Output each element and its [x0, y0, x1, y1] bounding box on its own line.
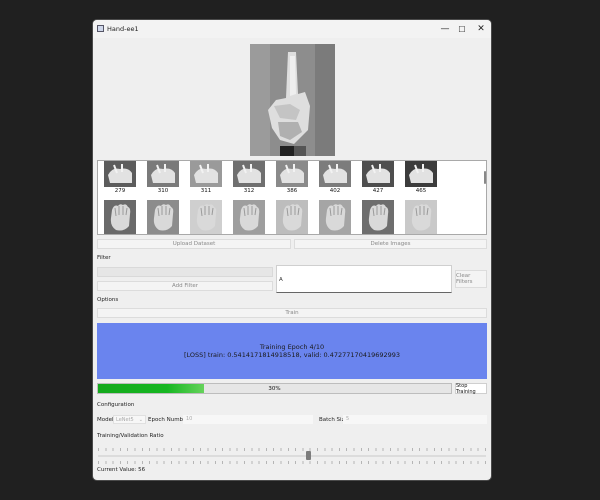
filter-list[interactable]: A: [276, 265, 452, 293]
training-status-panel: Training Epoch 4/10 [LOSS] train: 0.5414…: [97, 323, 487, 379]
preview-image: [250, 44, 335, 156]
thumbnail-label: 402: [329, 188, 341, 194]
chevron-down-icon: ⌄: [138, 417, 143, 423]
gallery-thumbnail[interactable]: [104, 161, 136, 187]
gallery-thumbnail[interactable]: [362, 200, 394, 234]
options-section-label: Options: [97, 297, 119, 303]
thumbnail-label: 310: [157, 188, 169, 194]
gallery-thumbnail[interactable]: [233, 161, 265, 187]
model-select-value: LeNet5: [116, 417, 134, 423]
slider-ticks-bottom: [98, 461, 486, 464]
add-filter-button[interactable]: Add Filter: [97, 281, 273, 291]
gallery-thumbnail[interactable]: [276, 161, 308, 187]
thumbnail-label: 279: [114, 188, 126, 194]
progress-text: 30%: [268, 385, 281, 392]
title-bar: Hand-ee1 — ☐ ✕: [93, 20, 491, 38]
ratio-slider-handle[interactable]: [306, 451, 311, 460]
clear-filters-button[interactable]: Clear Filters: [455, 270, 487, 288]
image-gallery[interactable]: 279 310 311 312 386 402 427 465: [97, 160, 487, 235]
training-epoch-text: Training Epoch 4/10: [259, 343, 325, 351]
filter-input[interactable]: [97, 267, 273, 277]
thumbnail-label: 386: [286, 188, 298, 194]
thumbnail-label: 311: [200, 188, 212, 194]
gallery-thumbnail[interactable]: [233, 200, 265, 234]
gallery-thumbnail[interactable]: [405, 200, 437, 234]
gallery-thumbnail[interactable]: [104, 200, 136, 234]
gallery-thumbnail[interactable]: [276, 200, 308, 234]
thumbnail-label: 312: [243, 188, 255, 194]
current-value-label: Current Value: 56: [97, 467, 146, 473]
gallery-thumbnail[interactable]: [147, 200, 179, 234]
gallery-scrollbar[interactable]: [484, 171, 486, 184]
training-loss-text: [LOSS] train: 0.5414171814918518, valid:…: [183, 351, 401, 359]
gallery-thumbnail[interactable]: [405, 161, 437, 187]
gallery-thumbnail[interactable]: [190, 161, 222, 187]
ratio-label: Training/Validation Ratio: [97, 433, 164, 439]
gallery-thumbnail[interactable]: [190, 200, 222, 234]
train-button[interactable]: Train: [97, 308, 487, 318]
slider-ticks-top: [98, 448, 486, 451]
delete-images-button[interactable]: Delete Images: [294, 239, 487, 249]
thumbnail-label: 465: [415, 188, 427, 194]
upload-dataset-button[interactable]: Upload Dataset: [97, 239, 291, 249]
gallery-thumbnail[interactable]: [362, 161, 394, 187]
ratio-slider-track[interactable]: [98, 455, 486, 457]
app-icon: [97, 25, 104, 32]
window-title: Hand-ee1: [107, 25, 139, 33]
gallery-thumbnail[interactable]: [319, 161, 351, 187]
epoch-number-input[interactable]: 10: [183, 415, 313, 424]
main-window: Hand-ee1 — ☐ ✕ 279 310 311 312 386 402 427 465 …: [93, 20, 491, 480]
batch-size-input[interactable]: 5: [343, 415, 487, 424]
training-progress-bar: 30%: [97, 383, 452, 394]
stop-training-button[interactable]: Stop Training: [455, 383, 487, 395]
gallery-thumbnail[interactable]: [319, 200, 351, 234]
model-select[interactable]: LeNet5 ⌄: [113, 415, 146, 424]
gallery-thumbnail[interactable]: [147, 161, 179, 187]
close-icon[interactable]: ✕: [470, 22, 491, 36]
thumbnail-label: 427: [372, 188, 384, 194]
filter-list-item[interactable]: A: [279, 277, 283, 283]
filter-section-label: Filter: [97, 255, 111, 261]
configuration-section-label: Configuration: [97, 402, 135, 408]
